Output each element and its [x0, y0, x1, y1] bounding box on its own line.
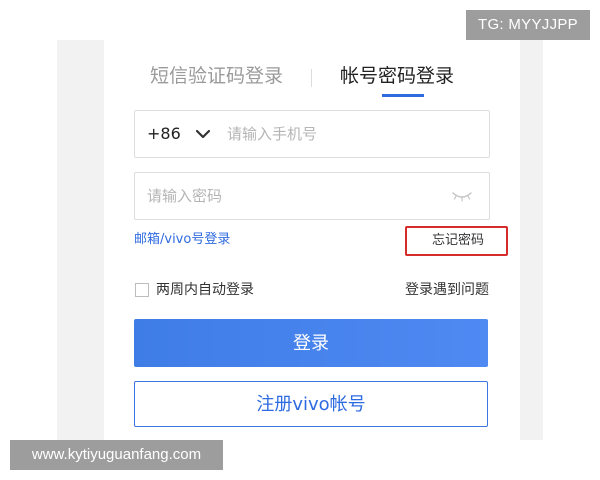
phone-input[interactable] — [227, 123, 477, 145]
register-button[interactable]: 注册vivo帐号 — [134, 381, 488, 427]
auto-login-label: 两周内自动登录 — [156, 282, 254, 298]
email-vivo-login-link[interactable]: 邮箱/vivo号登录 — [134, 231, 230, 249]
login-tabs: 短信验证码登录 帐号密码登录 — [104, 40, 520, 100]
password-input[interactable] — [147, 185, 447, 207]
login-problem-link[interactable]: 登录遇到问题 — [405, 281, 489, 299]
auto-login-checkbox[interactable] — [135, 283, 149, 297]
chevron-down-icon[interactable] — [193, 124, 213, 144]
tab-sms-login[interactable]: 短信验证码登录 — [150, 64, 283, 88]
active-tab-indicator — [382, 94, 424, 97]
tab-divider — [311, 69, 312, 87]
password-field — [134, 172, 490, 220]
country-code-select[interactable]: +86 — [147, 124, 181, 144]
tab-password-login[interactable]: 帐号密码登录 — [340, 64, 454, 88]
telegram-badge: TG: MYYJJPP — [466, 10, 590, 40]
forgot-password-link[interactable]: 忘记密码 — [432, 232, 484, 250]
watermark-url: www.kytiyuguanfang.com — [10, 440, 223, 470]
login-button[interactable]: 登录 — [134, 319, 488, 367]
login-card: 短信验证码登录 帐号密码登录 +86 邮箱/vivo号登录 忘记密码 两周内自动… — [104, 40, 520, 440]
eye-closed-icon[interactable] — [451, 190, 473, 202]
phone-field: +86 — [134, 110, 490, 158]
